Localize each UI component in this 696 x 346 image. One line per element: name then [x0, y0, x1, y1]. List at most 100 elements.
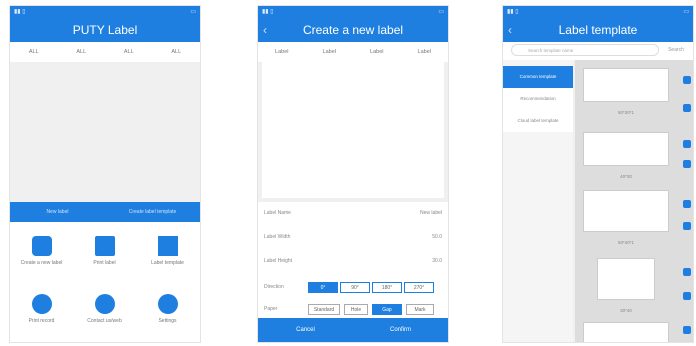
grid-label: Create a new label [20, 260, 63, 266]
back-icon[interactable]: ‹ [508, 18, 512, 42]
phone-screen-label-template: ▮▮ ▯ ▭ ‹ Label template Search template n… [503, 6, 693, 342]
template-edit-icon[interactable] [683, 160, 691, 168]
category-sidebar: Common template Recommendation Cloud lab… [503, 60, 573, 342]
direction-option-180[interactable]: 180° [372, 282, 402, 293]
tab-3[interactable]: ALL [105, 42, 153, 62]
create-label-item[interactable]: Create a new label [10, 236, 73, 266]
tab-bar: Label Label Label Label [258, 42, 448, 62]
tab-2[interactable]: ALL [58, 42, 106, 62]
phone-screen-home: ▮▮ ▯ ▭ PUTY Label ALL ALL ALL ALL New lab… [10, 6, 200, 342]
cloud-tag-icon [31, 236, 52, 256]
label-name-value[interactable]: New label [420, 210, 442, 216]
direction-option-0[interactable]: 0° [308, 282, 338, 293]
print-record-item[interactable]: Print record [10, 294, 73, 324]
grid-label: Label template [151, 260, 184, 266]
paper-gap-option[interactable]: Gap [372, 304, 402, 315]
grid-label: Settings [158, 318, 177, 324]
template-edit-icon[interactable] [683, 104, 691, 112]
field-label: Label Width [264, 234, 291, 240]
tab-1[interactable]: Label [258, 42, 306, 62]
field-label: Label Height [264, 258, 293, 264]
template-card[interactable] [583, 190, 669, 232]
template-action-icon[interactable] [683, 140, 691, 148]
template-caption: 50*30*1 [617, 110, 635, 115]
search-input[interactable]: Search template name [511, 44, 659, 56]
settings-item[interactable]: Settings [136, 294, 199, 324]
label-name-row[interactable]: Label Name New label [264, 210, 442, 222]
label-width-row[interactable]: Label Width 50.0 [264, 234, 442, 246]
function-grid: Create a new label Print label Label tem… [10, 222, 200, 342]
template-edit-icon[interactable] [683, 292, 691, 300]
template-caption: 40*30 [620, 174, 632, 179]
confirm-button[interactable]: Confirm [353, 318, 448, 342]
direction-option-270[interactable]: 270° [404, 282, 434, 293]
cancel-button[interactable]: Cancel [258, 318, 353, 342]
contact-item[interactable]: Contact us/web [73, 294, 136, 324]
template-card[interactable] [583, 132, 669, 166]
label-width-value[interactable]: 50.0 [432, 234, 442, 240]
paper-label: Paper [264, 306, 278, 312]
tab-bar: ALL ALL ALL ALL [10, 42, 200, 62]
gear-icon [157, 294, 178, 314]
printer-icon [94, 236, 115, 256]
status-bar: ▮▮ ▯ ▭ [258, 6, 448, 18]
label-list-area [10, 62, 200, 202]
battery-icon: ▭ [438, 9, 444, 15]
template-card[interactable] [597, 258, 655, 300]
sidebar-item-cloud[interactable]: Cloud label template [503, 110, 573, 132]
template-grid-icon [157, 236, 178, 256]
template-action-icon[interactable] [683, 326, 691, 334]
template-action-icon[interactable] [683, 76, 691, 84]
label-template-item[interactable]: Label template [136, 236, 199, 266]
tab-3[interactable]: Label [353, 42, 401, 62]
back-icon[interactable]: ‹ [263, 18, 267, 42]
grid-label: Print record [28, 318, 55, 324]
clock-icon [31, 294, 52, 314]
direction-label: Direction [264, 284, 284, 290]
status-bar: ▮▮ ▯ ▭ [503, 6, 693, 18]
template-card[interactable] [583, 68, 669, 102]
grid-label: Contact us/web [87, 318, 122, 324]
status-bar: ▮▮ ▯ ▭ [10, 6, 200, 18]
signal-icon: ▮▮ ▯ [507, 9, 519, 15]
print-label-item[interactable]: Print label [73, 236, 136, 266]
paper-standard-option[interactable]: Standard [308, 304, 340, 315]
tab-2[interactable]: Label [306, 42, 354, 62]
signal-icon: ▮▮ ▯ [262, 9, 274, 15]
label-canvas[interactable] [262, 62, 444, 198]
label-settings-form: Label Name New label Label Width 50.0 La… [258, 202, 448, 318]
label-height-value[interactable]: 30.0 [432, 258, 442, 264]
create-template-button[interactable]: Create label template [105, 202, 200, 222]
action-bar: New label Create label template [10, 202, 200, 222]
tab-4[interactable]: ALL [153, 42, 201, 62]
template-card[interactable] [583, 322, 669, 342]
globe-icon [94, 294, 115, 314]
template-edit-icon[interactable] [683, 222, 691, 230]
search-button[interactable]: Search [663, 44, 689, 56]
paper-hole-option[interactable]: Hole [344, 304, 368, 315]
signal-icon: ▮▮ ▯ [14, 9, 26, 15]
phone-screen-create-label: ▮▮ ▯ ▭ ‹ Create a new label Label Label L… [258, 6, 448, 342]
sidebar-item-recommendation[interactable]: Recommendation [503, 88, 573, 110]
new-label-button[interactable]: New label [10, 202, 105, 222]
template-action-icon[interactable] [683, 200, 691, 208]
page-title: Create a new label [302, 23, 404, 37]
field-label: Label Name [264, 210, 291, 216]
tab-1[interactable]: ALL [10, 42, 58, 62]
battery-icon: ▭ [190, 9, 196, 15]
template-caption: 50*40*1 [617, 240, 635, 245]
bottom-button-bar: Cancel Confirm [258, 318, 448, 342]
direction-option-90[interactable]: 90° [340, 282, 370, 293]
page-title: Label template [558, 23, 638, 37]
grid-label: Print label [93, 260, 116, 266]
template-list: 50*30*1 40*30 50*40*1 30*40 [575, 60, 693, 342]
page-title-bar: ‹ Create a new label [258, 18, 448, 42]
label-height-row[interactable]: Label Height 30.0 [264, 258, 442, 270]
page-title: PUTY Label [10, 18, 200, 42]
paper-mark-option[interactable]: Mark [406, 304, 434, 315]
tab-4[interactable]: Label [401, 42, 449, 62]
sidebar-item-common[interactable]: Common template [503, 66, 573, 88]
template-action-icon[interactable] [683, 268, 691, 276]
battery-icon: ▭ [683, 9, 689, 15]
page-title-bar: ‹ Label template [503, 18, 693, 42]
